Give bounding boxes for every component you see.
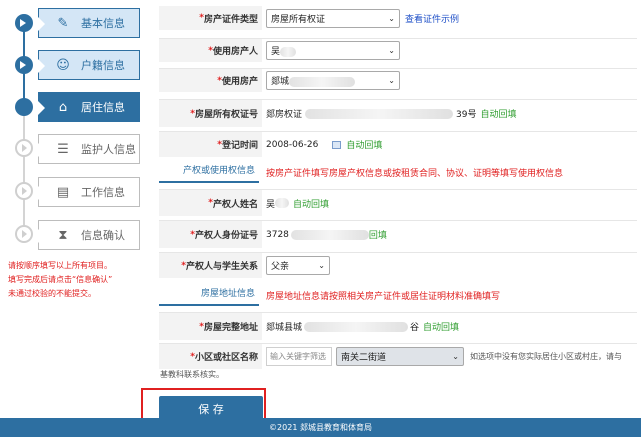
row-owner-id: * 产权人身份证号 3728 回填 [159, 220, 637, 248]
relation-select[interactable]: 父亲 ⌄ [266, 256, 330, 275]
view-cert-example-link[interactable]: 查看证件示例 [405, 12, 459, 25]
community-hint-tail: 基教科联系核实。 [160, 370, 224, 379]
calendar-icon[interactable] [332, 140, 342, 149]
property-select[interactable]: 郯城 ⌄ [266, 71, 400, 90]
auto-fill-status: 回填 [368, 231, 387, 241]
owner-section-desc: 按房产证件填写房屋产权信息或按租赁合同、协议、证明等填写使用权信息 [266, 168, 564, 179]
step-marker-done-icon [15, 14, 33, 32]
community-search-input[interactable]: 输入关键字筛选 [266, 347, 332, 366]
cert-type-select[interactable]: 房屋所有权证 ⌄ [266, 8, 400, 28]
row-reg-time: * 登记时间 2008-06-26 自动回填 [159, 131, 637, 157]
community-select[interactable]: 南关二街道 ⌄ [336, 347, 464, 366]
user-select[interactable]: 吴 ⌄ [266, 41, 400, 60]
redacted-text [275, 198, 290, 208]
address-section-desc: 房屋地址信息请按照相关房产证件或居住证明材料准确填写 [266, 291, 501, 302]
redacted-text [305, 108, 454, 119]
step-label: 工作信息 [81, 186, 125, 199]
address-section-header: 房屋地址信息 房屋地址信息请按照相关房产证件或居住证明材料准确填写 [159, 284, 637, 306]
chevron-down-icon: ⌄ [318, 261, 325, 270]
address-section-title: 房屋地址信息 [159, 284, 259, 306]
redacted-text [290, 229, 369, 240]
row-user: * 使用房产人 吴 ⌄ [159, 38, 637, 62]
step-label: 基本信息 [81, 17, 125, 30]
step-label: 居住信息 [81, 101, 125, 114]
step-sidebar: ✎ 基本信息 ☺ 户籍信息 ⌂ 居住信息 ☰ 监护人信息 ▤ 工作信息 ⧗ 信息… [0, 0, 146, 418]
auto-fill-status: 自动回填 [480, 110, 517, 120]
step-marker-current-icon [15, 98, 33, 116]
save-highlight-box: 保 存 [141, 388, 266, 422]
step-marker-todo-icon [15, 182, 33, 200]
step-label: 户籍信息 [81, 59, 125, 72]
auto-fill-status: 自动回填 [293, 199, 330, 210]
community-hint: 如选项中没有您实际居住小区或村庄，请与 [470, 352, 622, 361]
page: ✎ 基本信息 ☺ 户籍信息 ⌂ 居住信息 ☰ 监护人信息 ▤ 工作信息 ⧗ 信息… [0, 0, 641, 437]
person-icon: ☺ [56, 57, 70, 73]
owner-section-header: 产权或使用权信息 按房产证件填写房屋产权信息或按租赁合同、协议、证明等填写使用权… [159, 161, 637, 183]
chevron-down-icon: ⌄ [388, 13, 395, 23]
row-cert-number: * 房屋所有权证号 郯房权证 39号 自动回填 [159, 99, 637, 127]
step-work-info[interactable]: ▤ 工作信息 [38, 177, 140, 207]
step-household-info[interactable]: ☺ 户籍信息 [38, 50, 140, 80]
edit-document-icon: ✎ [57, 15, 69, 31]
progress-rail-todo [23, 103, 25, 235]
clipboard-icon: ▤ [56, 184, 70, 200]
chevron-down-icon: ⌄ [388, 76, 395, 85]
step-label: 信息确认 [81, 229, 125, 242]
owner-section-title: 产权或使用权信息 [159, 161, 259, 183]
instruction-note: 请按顺序填写以上所有项目。 填写完成后请点击“信息确认” 未通过校验的不能提交。 [8, 261, 113, 298]
hourglass-icon: ⧗ [58, 227, 68, 243]
row-community: * 小区或社区名称 输入关键字筛选 南关二街道 ⌄ 如选项中没有您实际居住小区或村庄… [159, 343, 637, 369]
step-guardian-info[interactable]: ☰ 监护人信息 [38, 134, 140, 164]
row-full-address: * 房屋完整地址 郯城县城 谷 自动回填 [159, 312, 637, 340]
step-marker-todo-icon [15, 225, 33, 243]
step-basic-info[interactable]: ✎ 基本信息 [38, 8, 140, 38]
footer: ©2021 郯城县教育和体育局 [0, 418, 641, 437]
guardian-list-icon: ☰ [57, 141, 69, 157]
row-cert-type: * 房产证件类型 房屋所有权证 ⌄ 查看证件示例 [159, 6, 637, 30]
chevron-down-icon: ⌄ [388, 46, 395, 55]
step-confirm-info[interactable]: ⧗ 信息确认 [38, 220, 140, 250]
step-marker-done-icon [15, 56, 33, 74]
step-label: 监护人信息 [81, 143, 136, 156]
step-residence-info[interactable]: ⌂ 居住信息 [38, 92, 140, 122]
reg-time-value: 2008-06-26 [266, 139, 319, 150]
row-relation: * 产权人与学生关系 父亲 ⌄ [159, 252, 637, 278]
auto-fill-status: 自动回填 [423, 323, 460, 333]
redacted-text [304, 321, 409, 332]
chevron-down-icon: ⌄ [452, 352, 459, 361]
auto-fill-status: 自动回填 [346, 141, 383, 151]
row-owner-name: * 产权人姓名 吴 自动回填 [159, 189, 637, 216]
row-property: * 使用房产 郯城 ⌄ [159, 68, 637, 92]
cert-number-value: 郯房权证 [266, 110, 303, 120]
step-marker-todo-icon [15, 139, 33, 157]
footer-copyright: ©2021 郯城县教育和体育局 [269, 423, 372, 432]
house-icon: ⌂ [58, 99, 68, 115]
